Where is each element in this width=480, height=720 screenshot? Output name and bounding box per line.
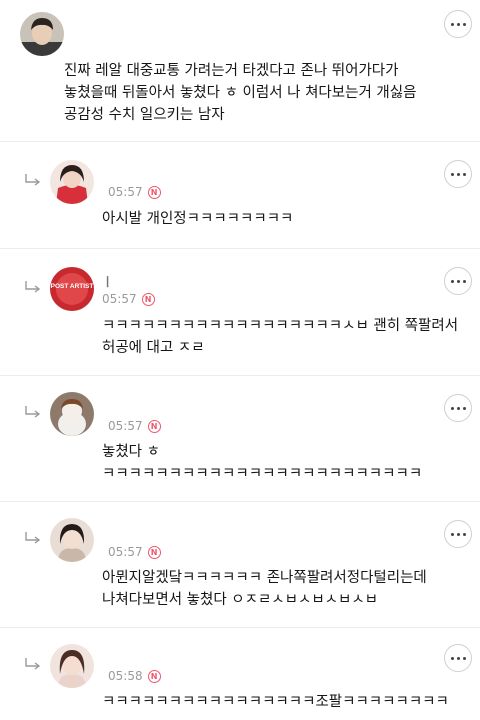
avatar[interactable] [20,12,64,56]
dot-icon [450,22,454,26]
dot-icon [462,656,466,660]
timestamp: 05:57 [108,419,143,433]
dot-icon [462,22,466,26]
comment-text: ㅋㅋㅋㅋㅋㅋㅋㅋㅋㅋㅋㅋㅋㅋㅋㅋㅋㅋㅅㅂ 괜히 쪽팔려서 허공에 대고 ㅈㄹ [102,318,459,356]
more-options-button[interactable] [444,160,472,188]
dot-icon [450,172,454,176]
dot-icon [462,406,466,410]
dot-icon [456,172,460,176]
comment-text: ㅋㅋㅋㅋㅋㅋㅋㅋㅋㅋㅋㅋㅋㅋㅋㅋ조팔ㅋㅋㅋㅋㅋㅋㅋㅋ [102,694,449,710]
dot-icon [462,172,466,176]
new-badge: N [147,185,161,199]
comment-meta: 05:57 N [102,184,161,200]
comment-meta: 05:57 N [102,544,161,560]
reply-arrow-icon [25,406,41,418]
timestamp: 05:57 [102,292,137,306]
reply-item: 05:57 N 아시발 개인정ㅋㅋㅋㅋㅋㅋㅋㅋ [0,142,480,249]
dot-icon [450,406,454,410]
avatar[interactable] [50,644,94,688]
avatar[interactable]: POST ARTIST [50,267,94,311]
dot-icon [456,22,460,26]
dot-icon [456,532,460,536]
comment-meta [76,38,82,54]
avatar-logo-text: POST ARTIST [51,283,94,290]
reply-arrow-icon [25,658,41,670]
comment-meta: ㅣ [102,273,119,289]
timestamp: 05:57 [108,185,143,199]
reply-arrow-icon [25,281,41,293]
reply-arrow-icon [25,174,41,186]
avatar[interactable] [50,392,94,436]
comment-item: 진짜 레알 대중교통 가려는거 타겠다고 존나 뛰어가다가 놓쳤을때 뒤돌아서 … [0,0,480,142]
dot-icon [450,279,454,283]
comment-text: 놓쳤다 ㅎ ㅋㅋㅋㅋㅋㅋㅋㅋㅋㅋㅋㅋㅋㅋㅋㅋㅋㅋㅋㅋㅋㅋㅋㅋ [102,444,423,482]
dot-icon [456,406,460,410]
dot-icon [456,656,460,660]
more-options-button[interactable] [444,644,472,672]
reply-arrow-icon [25,532,41,544]
reply-item: 05:57 N 놓쳤다 ㅎ ㅋㅋㅋㅋㅋㅋㅋㅋㅋㅋㅋㅋㅋㅋㅋㅋㅋㅋㅋㅋㅋㅋㅋㅋ [0,376,480,502]
new-badge: N [147,419,161,433]
dot-icon [462,532,466,536]
reply-item: POST ARTIST ㅣ 05:57 N ㅋㅋㅋㅋㅋㅋㅋㅋㅋㅋㅋㅋㅋㅋㅋㅋㅋㅋ… [0,249,480,376]
new-badge: N [147,545,161,559]
more-options-button[interactable] [444,10,472,38]
dot-icon [450,656,454,660]
timestamp: 05:58 [108,669,143,683]
reply-item: 05:58 N ㅋㅋㅋㅋㅋㅋㅋㅋㅋㅋㅋㅋㅋㅋㅋㅋ조팔ㅋㅋㅋㅋㅋㅋㅋㅋ [0,628,480,720]
more-options-button[interactable] [444,394,472,422]
timestamp: 05:57 [108,545,143,559]
comment-meta: 05:57 N [102,418,161,434]
new-badge: N [147,669,161,683]
comment-text: 진짜 레알 대중교통 가려는거 타겠다고 존나 뛰어가다가 놓쳤을때 뒤돌아서 … [64,63,417,123]
dot-icon [456,279,460,283]
avatar[interactable] [50,160,94,204]
comment-meta: 05:57 N [102,291,155,307]
reply-item: 05:57 N 아뮌지알겠닼ㅋㅋㅋㅋㅋㅋ 존나쪽팔려서정다털리는데 나쳐다보면서… [0,502,480,628]
dot-icon [450,532,454,536]
new-badge: N [141,292,155,306]
dot-icon [462,279,466,283]
more-options-button[interactable] [444,267,472,295]
comment-meta: 05:58 N [102,668,161,684]
more-options-button[interactable] [444,520,472,548]
comment-text: 아시발 개인정ㅋㅋㅋㅋㅋㅋㅋㅋ [102,211,294,227]
comment-text: 아뮌지알겠닼ㅋㅋㅋㅋㅋㅋ 존나쪽팔려서정다털리는데 나쳐다보면서 놓쳤다 ㅇㅈㄹ… [102,570,427,608]
avatar[interactable] [50,518,94,562]
author-name: ㅣ [102,274,114,289]
